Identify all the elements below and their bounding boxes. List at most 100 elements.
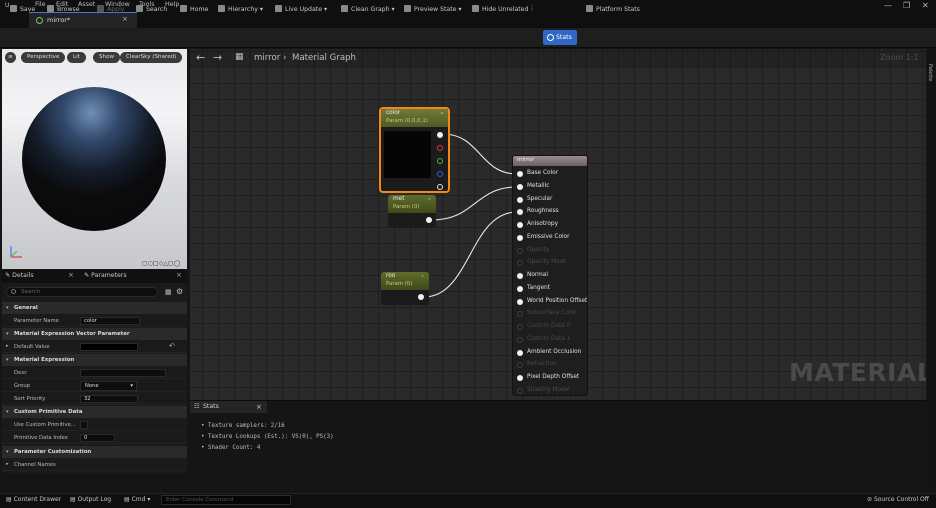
close-tab-icon[interactable]: × <box>122 15 128 23</box>
details-search-input[interactable]: Search <box>6 287 158 297</box>
parameter-name-label: Parameter Name <box>14 318 59 324</box>
apply-button[interactable]: Apply <box>97 5 124 15</box>
cmd-dropdown[interactable]: ▤ Cmd ▾ <box>124 496 150 503</box>
node-header: color Param (0,0,0,1) ˄ <box>381 109 448 127</box>
output-rgb-pin[interactable] <box>437 132 443 138</box>
input-pin[interactable] <box>517 324 523 330</box>
input-pin[interactable] <box>517 273 523 279</box>
back-arrow-icon[interactable]: ← <box>196 51 205 64</box>
input-pin[interactable] <box>517 286 523 292</box>
material-result-node[interactable]: mirror <box>512 155 588 396</box>
preview-shape-icons[interactable]: ▢○□◇△▢◯ <box>142 260 186 267</box>
forward-arrow-icon[interactable]: → <box>213 51 222 64</box>
output-r-pin[interactable] <box>437 145 443 151</box>
input-pin[interactable] <box>517 337 523 343</box>
default-value-color-swatch[interactable] <box>80 343 138 351</box>
close-parameters-icon[interactable]: × <box>176 271 182 279</box>
save-button[interactable]: Save <box>10 5 35 15</box>
sort-priority-field[interactable]: 32 <box>80 395 138 403</box>
browse-button[interactable]: Browse <box>47 5 80 15</box>
close-stats-icon[interactable]: × <box>256 401 262 413</box>
platform-stats-icon <box>586 5 593 12</box>
menu-file[interactable]: File <box>35 1 46 8</box>
input-pin[interactable] <box>517 311 523 317</box>
use-custom-primitive-checkbox[interactable] <box>80 421 88 429</box>
close-details-icon[interactable]: × <box>68 271 74 279</box>
palette-label[interactable]: Palette <box>927 64 933 81</box>
input-pin[interactable] <box>517 299 523 305</box>
tab-stats[interactable]: ☷ Stats × <box>190 401 267 413</box>
section-parameter-customization[interactable]: ▾ Parameter Customization <box>2 446 187 458</box>
minimize-icon[interactable]: — <box>884 1 892 10</box>
lit-button[interactable]: Lit <box>67 52 86 63</box>
section-vector-parameter[interactable]: ▾ Material Expression Vector Parameter <box>2 328 187 340</box>
output-pin[interactable] <box>418 294 424 300</box>
section-custom-primitive-data[interactable]: ▾ Custom Primitive Data <box>2 406 187 418</box>
live-update-dropdown[interactable]: Live Update ▾ <box>275 5 327 15</box>
parameter-name-field[interactable]: color <box>80 317 140 325</box>
desc-field[interactable] <box>80 369 166 377</box>
source-control-button[interactable]: ⊘ Source Control Off <box>867 496 929 503</box>
output-pin[interactable] <box>426 217 432 223</box>
primitive-data-index-field[interactable]: 0 <box>80 434 115 442</box>
breadcrumb-graph[interactable]: Material Graph <box>292 53 356 63</box>
output-log-button[interactable]: ▤ Output Log <box>70 496 111 503</box>
output-g-pin[interactable] <box>437 158 443 164</box>
color-parameter-node[interactable]: color Param (0,0,0,1) ˄ <box>379 107 450 193</box>
input-pin[interactable] <box>517 209 523 215</box>
tab-parameters[interactable]: ✎ Parameters <box>84 272 127 279</box>
input-pin[interactable] <box>517 375 523 381</box>
roughness-parameter-node[interactable]: roo Param (0) ˅ <box>381 272 429 305</box>
output-b-pin[interactable] <box>437 171 443 177</box>
hide-unrelated-button[interactable]: Hide Unrelated <box>472 5 528 15</box>
input-pin[interactable] <box>517 222 523 228</box>
sky-dropdown[interactable]: ClearSky (Shared) <box>120 52 183 63</box>
perspective-button[interactable]: Perspective <box>21 52 66 63</box>
more-options-icon[interactable]: ⋮ <box>529 5 535 15</box>
input-pin[interactable] <box>517 260 523 266</box>
hierarchy-dropdown[interactable]: Hierarchy ▾ <box>218 5 263 15</box>
search-button[interactable]: Search <box>136 5 167 15</box>
expand-arrow-icon[interactable]: ▸ <box>6 343 9 349</box>
input-pin[interactable] <box>517 248 523 254</box>
expand-arrow-icon[interactable]: ▸ <box>6 461 9 467</box>
section-general[interactable]: ▾ General <box>2 302 187 314</box>
input-pin[interactable] <box>517 350 523 356</box>
close-window-icon[interactable]: ✕ <box>922 1 929 10</box>
content-drawer-button[interactable]: ▤ Content Drawer <box>6 496 61 503</box>
chevron-down-icon[interactable]: ˅ <box>428 198 431 205</box>
stats-button[interactable]: Stats <box>543 30 577 45</box>
tab-stats-label: Stats <box>203 403 219 410</box>
platform-stats-button[interactable]: Platform Stats <box>586 5 640 15</box>
settings-gear-icon[interactable]: ⚙ <box>176 287 183 296</box>
reset-icon[interactable]: ↶ <box>169 342 175 350</box>
chevron-down-icon[interactable]: ˅ <box>421 275 424 282</box>
console-input[interactable]: Enter Console Command <box>161 495 291 505</box>
breadcrumb-asset[interactable]: mirror <box>254 53 280 63</box>
maximize-icon[interactable]: ❐ <box>903 1 910 10</box>
output-a-pin[interactable] <box>437 184 443 190</box>
collapse-arrow-icon: ▾ <box>6 449 9 455</box>
table-view-icon[interactable]: ▦ <box>165 288 172 296</box>
input-pin[interactable] <box>517 184 523 190</box>
group-dropdown[interactable]: None ▾ <box>80 381 137 391</box>
home-label: Home <box>190 6 209 13</box>
tab-details[interactable]: ✎ Details <box>5 272 34 279</box>
chevron-down-icon: ▾ <box>130 383 133 389</box>
home-button[interactable]: Home <box>180 5 208 15</box>
viewport-menu-icon[interactable]: ≡ <box>5 52 16 63</box>
input-pin[interactable] <box>517 362 523 368</box>
palette-sidebar[interactable] <box>926 49 936 493</box>
input-pin[interactable] <box>517 235 523 241</box>
input-pin[interactable] <box>517 171 523 177</box>
preview-state-dropdown[interactable]: Preview State ▾ <box>404 5 462 15</box>
collapse-node-icon[interactable]: ˄ <box>440 112 444 120</box>
clean-graph-dropdown[interactable]: Clean Graph ▾ <box>341 5 395 15</box>
section-material-expression[interactable]: ▾ Material Expression <box>2 354 187 366</box>
metallic-parameter-node[interactable]: met Param (0) ˅ <box>388 195 436 228</box>
menu-asset[interactable]: Asset <box>78 1 95 8</box>
input-pin[interactable] <box>517 197 523 203</box>
row-channel-names[interactable]: Channel Names <box>2 459 187 471</box>
show-button[interactable]: Show <box>93 52 121 63</box>
input-pin[interactable] <box>517 388 523 394</box>
